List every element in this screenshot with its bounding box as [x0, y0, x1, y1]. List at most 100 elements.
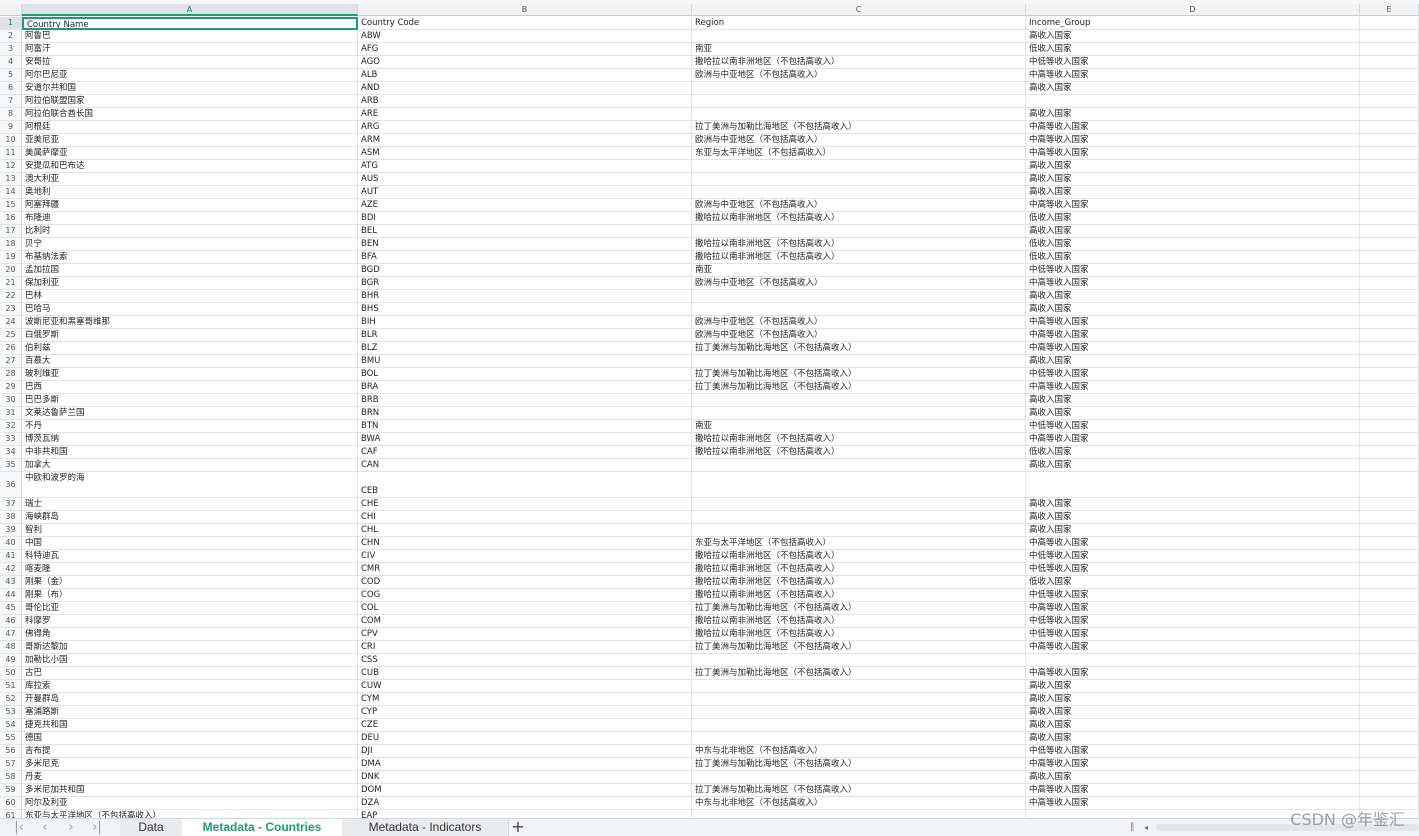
cell-d[interactable]: 高收入国家: [1026, 680, 1360, 693]
cell-c[interactable]: 欧洲与中亚地区（不包括高收入）: [692, 316, 1026, 329]
cell-d[interactable]: 中高等收入国家: [1026, 147, 1360, 160]
row-header[interactable]: 17: [0, 225, 22, 238]
cell-e[interactable]: [1360, 602, 1419, 615]
row-header[interactable]: 50: [0, 667, 22, 680]
cell-a[interactable]: 白俄罗斯: [22, 329, 358, 342]
cell-b[interactable]: Country Code: [358, 17, 692, 30]
cell-d[interactable]: 高收入国家: [1026, 771, 1360, 784]
cell-e[interactable]: [1360, 719, 1419, 732]
cell-a[interactable]: 塞浦路斯: [22, 706, 358, 719]
cell-c[interactable]: 撒哈拉以南非洲地区（不包括高收入）: [692, 550, 1026, 563]
cell-e[interactable]: [1360, 69, 1419, 82]
cell-e[interactable]: [1360, 797, 1419, 810]
cell-c[interactable]: Region: [692, 17, 1026, 30]
cell-c[interactable]: [692, 693, 1026, 706]
cell-a[interactable]: 中国: [22, 537, 358, 550]
cell-b[interactable]: CPV: [358, 628, 692, 641]
cell-c[interactable]: [692, 810, 1026, 818]
cell-e[interactable]: [1360, 706, 1419, 719]
cell-b[interactable]: CSS: [358, 654, 692, 667]
cell-d[interactable]: 中低等收入国家: [1026, 589, 1360, 602]
cell-c[interactable]: [692, 680, 1026, 693]
row-header[interactable]: 41: [0, 550, 22, 563]
cell-c[interactable]: 中东与北非地区（不包括高收入）: [692, 745, 1026, 758]
cell-a[interactable]: 巴哈马: [22, 303, 358, 316]
column-header-b[interactable]: B: [358, 4, 692, 16]
row-header[interactable]: 10: [0, 134, 22, 147]
row-header[interactable]: 52: [0, 693, 22, 706]
cell-e[interactable]: [1360, 745, 1419, 758]
cell-c[interactable]: [692, 108, 1026, 121]
cell-d[interactable]: 中高等收入国家: [1026, 342, 1360, 355]
cell-d[interactable]: 中高等收入国家: [1026, 329, 1360, 342]
cell-c[interactable]: [692, 355, 1026, 368]
cell-a[interactable]: 布基纳法索: [22, 251, 358, 264]
column-header-a[interactable]: A: [22, 4, 358, 16]
cell-d[interactable]: 高收入国家: [1026, 498, 1360, 511]
cell-a[interactable]: 安道尔共和国: [22, 82, 358, 95]
cell-d[interactable]: 高收入国家: [1026, 173, 1360, 186]
row-header[interactable]: 23: [0, 303, 22, 316]
cell-a[interactable]: 喀麦隆: [22, 563, 358, 576]
cell-c[interactable]: [692, 160, 1026, 173]
cell-a[interactable]: 阿尔及利亚: [22, 797, 358, 810]
cell-c[interactable]: [692, 511, 1026, 524]
cell-d[interactable]: 高收入国家: [1026, 394, 1360, 407]
row-header[interactable]: 29: [0, 381, 22, 394]
cell-d[interactable]: 低收入国家: [1026, 212, 1360, 225]
cell-d[interactable]: 中高等收入国家: [1026, 667, 1360, 680]
cell-a[interactable]: 中非共和国: [22, 446, 358, 459]
cell-d[interactable]: [1026, 95, 1360, 108]
cell-b[interactable]: CYP: [358, 706, 692, 719]
cell-c[interactable]: 撒哈拉以南非洲地区（不包括高收入）: [692, 589, 1026, 602]
cell-d[interactable]: 高收入国家: [1026, 82, 1360, 95]
row-header[interactable]: 15: [0, 199, 22, 212]
tab-metadata-indicators[interactable]: Metadata - Indicators: [342, 819, 509, 836]
cell-e[interactable]: [1360, 160, 1419, 173]
cell-a[interactable]: 美属萨摩亚: [22, 147, 358, 160]
cell-c[interactable]: [692, 719, 1026, 732]
cell-b[interactable]: COG: [358, 589, 692, 602]
cell-d[interactable]: 低收入国家: [1026, 238, 1360, 251]
row-header[interactable]: 28: [0, 368, 22, 381]
cell-c[interactable]: 拉丁美洲与加勒比海地区（不包括高收入）: [692, 368, 1026, 381]
cell-c[interactable]: 撒哈拉以南非洲地区（不包括高收入）: [692, 433, 1026, 446]
row-header[interactable]: 20: [0, 264, 22, 277]
cell-c[interactable]: 撒哈拉以南非洲地区（不包括高收入）: [692, 251, 1026, 264]
first-sheet-icon[interactable]: |‹: [10, 820, 28, 836]
cell-a[interactable]: 百慕大: [22, 355, 358, 368]
cell-b[interactable]: CAF: [358, 446, 692, 459]
cell-b[interactable]: ARB: [358, 95, 692, 108]
row-header[interactable]: 30: [0, 394, 22, 407]
cell-b[interactable]: BLR: [358, 329, 692, 342]
row-header[interactable]: 9: [0, 121, 22, 134]
row-header[interactable]: 2: [0, 30, 22, 43]
row-header[interactable]: 7: [0, 95, 22, 108]
cell-b[interactable]: BRA: [358, 381, 692, 394]
cell-b[interactable]: BIH: [358, 316, 692, 329]
cell-c[interactable]: 南亚: [692, 420, 1026, 433]
cell-b[interactable]: CUW: [358, 680, 692, 693]
next-sheet-icon[interactable]: ›: [62, 820, 80, 836]
cell-c[interactable]: 东亚与太平洋地区（不包括高收入）: [692, 147, 1026, 160]
cell-d[interactable]: 高收入国家: [1026, 693, 1360, 706]
cell-b[interactable]: CAN: [358, 459, 692, 472]
cell-a[interactable]: 阿根廷: [22, 121, 358, 134]
cell-b[interactable]: BEL: [358, 225, 692, 238]
cell-e[interactable]: [1360, 537, 1419, 550]
cell-e[interactable]: [1360, 550, 1419, 563]
cell-e[interactable]: [1360, 355, 1419, 368]
cell-e[interactable]: [1360, 30, 1419, 43]
cell-c[interactable]: 撒哈拉以南非洲地区（不包括高收入）: [692, 576, 1026, 589]
cell-c[interactable]: 拉丁美洲与加勒比海地区（不包括高收入）: [692, 602, 1026, 615]
row-header[interactable]: 36: [0, 472, 22, 498]
row-header[interactable]: 1: [0, 17, 22, 30]
cell-d[interactable]: 低收入国家: [1026, 43, 1360, 56]
row-header[interactable]: 12: [0, 160, 22, 173]
cell-e[interactable]: [1360, 732, 1419, 745]
cell-d[interactable]: 中低等收入国家: [1026, 264, 1360, 277]
cell-e[interactable]: [1360, 407, 1419, 420]
cell-c[interactable]: 撒哈拉以南非洲地区（不包括高收入）: [692, 563, 1026, 576]
cell-b[interactable]: COM: [358, 615, 692, 628]
row-header[interactable]: 13: [0, 173, 22, 186]
